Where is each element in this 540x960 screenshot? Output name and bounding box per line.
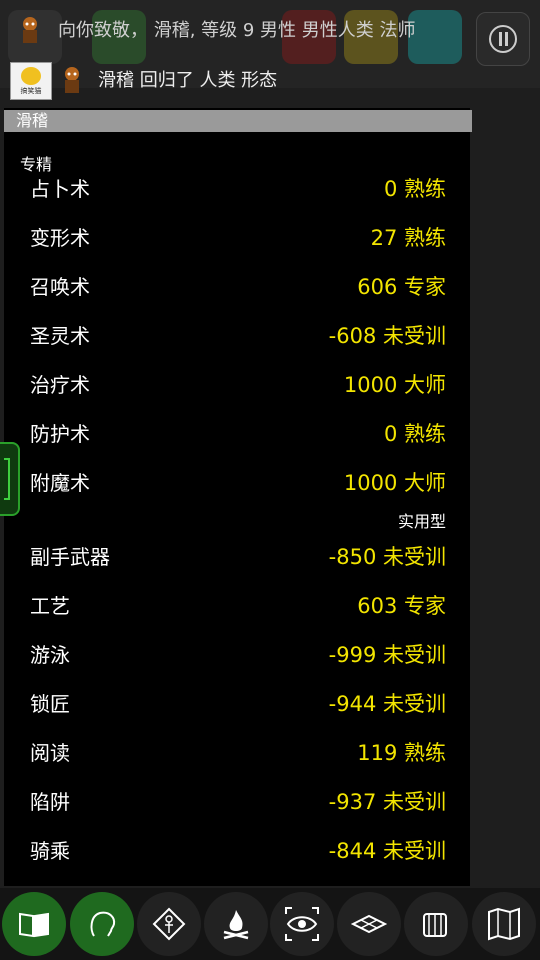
skill-name: 阅读 [30,741,70,765]
skill-name: 锁匠 [30,692,70,716]
skill-name: 工艺 [30,594,70,618]
skill-name: 召唤术 [30,275,90,299]
skill-name: 游泳 [30,643,70,667]
skill-value: -844 未受训 [328,839,446,863]
skill-row[interactable]: 副手武器 -850 未受训 [4,535,470,575]
book-icon [19,912,49,938]
ankh-diamond-icon [152,907,186,941]
bottom-toolbar [0,888,540,960]
inventory-button[interactable] [404,892,468,956]
skill-row[interactable]: 陷阱 -937 未受训 [4,780,470,820]
rest-button[interactable] [204,892,268,956]
eye-target-icon [285,907,319,941]
zone-button[interactable] [337,892,401,956]
skill-row[interactable]: 占卜术 0 熟练 [4,167,470,207]
section-label-utility: 实用型 [397,512,446,531]
world-map-icon [488,907,520,941]
prayer-button[interactable] [137,892,201,956]
message-form-change: 滑稽 回归了 人类 形态 [0,66,540,96]
skill-value: -999 未受训 [328,643,446,667]
inventory-hand-icon [423,913,447,937]
skill-row[interactable]: 圣灵术 -608 未受训 [4,314,470,354]
journal-button[interactable] [2,892,66,956]
skill-row[interactable]: 骑乘 -844 未受训 [4,829,470,869]
skill-name: 骑乘 [30,839,70,863]
skill-value: 1000 大师 [343,373,446,397]
skill-row[interactable]: 阅读 119 熟练 [4,731,470,771]
skill-row[interactable]: 变形术 27 熟练 [4,216,470,256]
skill-row[interactable]: 附魔术 1000 大师 [4,461,470,501]
world-map-button[interactable] [472,892,536,956]
skill-name: 治疗术 [30,373,90,397]
panel-title: 滑稽 [4,110,472,132]
skill-row[interactable]: 治疗术 1000 大师 [4,363,470,403]
skill-name: 圣灵术 [30,324,90,348]
skill-value: -937 未受训 [328,790,446,814]
skill-value: -850 未受训 [328,545,446,569]
message-text: 滑稽 回归了 人类 形态 [98,70,278,91]
skill-row[interactable]: 召唤术 606 专家 [4,265,470,305]
skill-value: 1000 大师 [343,471,446,495]
skill-value: 603 专家 [357,594,446,618]
skill-name: 占卜术 [30,177,90,201]
top-action-bar: 向你致敬， 滑稽, 等级 9 男性 男性人类 法师 搞笑猫 滑稽 回归了 人类 … [0,0,540,100]
skill-name: 防护术 [30,422,90,446]
skill-value: -608 未受训 [328,324,446,348]
skill-row[interactable]: 锁匠 -944 未受训 [4,682,470,722]
map-tile-icon [351,914,387,934]
skill-row[interactable]: 游泳 -999 未受训 [4,633,470,673]
skill-name: 变形术 [30,226,90,250]
skill-name: 副手武器 [30,545,110,569]
head-outline-icon [90,911,116,937]
skill-name: 附魔术 [30,471,90,495]
skill-value: 0 熟练 [383,177,446,201]
bracket-icon [4,458,10,500]
skill-value: 27 熟练 [370,226,446,250]
message-greeting: 向你致敬， 滑稽, 等级 9 男性 男性人类 法师 [0,16,540,46]
skill-value: 606 专家 [357,275,446,299]
skill-row[interactable]: 防护术 0 熟练 [4,412,470,452]
skill-row[interactable]: 工艺 603 专家 [4,584,470,624]
skill-value: 0 熟练 [383,422,446,446]
campfire-icon [223,910,249,940]
look-button[interactable] [270,892,334,956]
skill-name: 陷阱 [30,790,70,814]
side-drawer-handle[interactable] [0,442,20,516]
skill-value: 119 熟练 [357,741,446,765]
skills-panel: 滑稽 专精 占卜术 0 熟练 变形术 27 熟练 召唤术 606 专家 圣灵术 … [4,108,472,886]
character-button[interactable] [70,892,134,956]
skill-value: -944 未受训 [328,692,446,716]
message-text: 向你致敬， 滑稽, 等级 9 男性 男性人类 法师 [58,20,416,41]
